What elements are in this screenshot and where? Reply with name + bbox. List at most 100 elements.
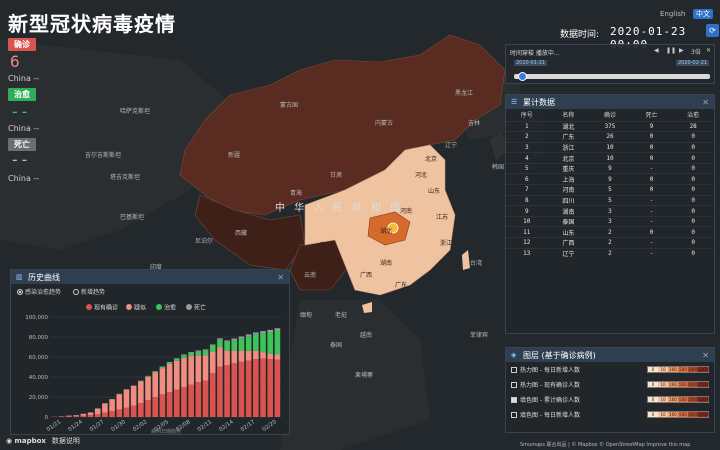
bar-segment: [274, 330, 281, 355]
prev-icon[interactable]: ◀: [654, 47, 659, 54]
cumulative-panel: ☰ 累计数据 ✕ 序号 名称 确诊 死亡 治愈 1 湖北 375 9 28 2 广东 26 0 0 3 浙江 1…: [505, 94, 715, 334]
table-row[interactable]: 13 辽宁 2-0: [506, 247, 714, 259]
layer-checkbox[interactable]: [511, 366, 517, 373]
attribution[interactable]: Smumaps 联合出品 | © Mapbox © OpenStreetMap …: [520, 441, 690, 448]
table-row[interactable]: 4 北京 10 0 0: [506, 152, 714, 164]
bar-segment: [231, 363, 238, 417]
layer-item[interactable]: 热力图 - 每日新增人数 0 10 100 500 1000 10000: [506, 362, 714, 377]
place-label: 巴基斯坦: [120, 214, 145, 221]
x-tick-label: 02/14: [218, 419, 235, 433]
refresh-button[interactable]: ⟳: [706, 24, 719, 37]
place-label: 江苏: [436, 214, 449, 221]
close-icon[interactable]: ✕: [702, 98, 709, 107]
table-cell: 0: [630, 184, 673, 196]
layer-item[interactable]: 热力图 - 现有确诊人数 0 10 100 500 1000 10000: [506, 377, 714, 392]
mapbox-logo[interactable]: ◉ mapbox: [6, 437, 46, 445]
bar-segment: [238, 350, 245, 362]
table-cell: 5: [589, 184, 631, 196]
legend-dot: [86, 304, 92, 310]
place-label: 菲律宾: [470, 332, 489, 339]
bar-segment: [209, 373, 216, 417]
bar-segment: [166, 392, 173, 417]
pause-icon[interactable]: ❚❚: [666, 47, 676, 54]
close-icon[interactable]: ✕: [706, 47, 711, 54]
bar-segment: [123, 407, 130, 417]
lang-english-button[interactable]: English: [660, 10, 685, 18]
table-row[interactable]: 5 重庆 9-0: [506, 162, 714, 174]
lang-chinese-button[interactable]: 中文: [693, 9, 713, 19]
x-tick-label: 01/30: [110, 419, 127, 433]
bar-segment: [267, 332, 274, 354]
radio-icon: [73, 289, 80, 295]
layer-item[interactable]: 填色图 - 每日新增人数 0 10 100 500 1000 10000: [506, 407, 714, 422]
layers-icon: ◈: [511, 351, 517, 359]
layer-checkbox[interactable]: [511, 396, 517, 403]
history-title: 历史曲线: [28, 272, 60, 282]
bar-segment: [181, 387, 187, 417]
table-row[interactable]: 2 广东 26 0 0: [506, 131, 714, 143]
legend-swatch: 100: [668, 397, 678, 402]
layer-checkbox[interactable]: [511, 411, 517, 418]
legend-label: 死亡: [194, 304, 206, 312]
place-label: 吉林: [468, 120, 481, 127]
table-cell: 7: [506, 184, 548, 196]
mode-label: 新增趋势: [81, 289, 106, 296]
place-label: 四川: [320, 242, 333, 249]
table-cell: 0: [672, 194, 714, 206]
table-row[interactable]: 1 湖北 375 9 28: [506, 120, 714, 132]
table-cell: 泰国: [547, 215, 590, 227]
table-row[interactable]: 12 广西 2-0: [506, 237, 714, 249]
layer-checkbox[interactable]: [511, 381, 517, 388]
table-row[interactable]: 3 浙江 10 0 0: [506, 141, 714, 153]
close-icon[interactable]: ✕: [277, 273, 284, 282]
timeline-handle[interactable]: [517, 72, 527, 81]
bar-segment: [274, 359, 281, 417]
legend-dot: [156, 304, 162, 310]
cumulative-title: 累计数据: [523, 97, 555, 107]
layers-title: 图层 (基于确诊病例): [523, 350, 596, 360]
history-mode-group: 感染治愈趋势 新增趋势: [11, 284, 289, 299]
x-tick-label: 01/24: [67, 419, 84, 433]
next-icon[interactable]: ▶: [679, 47, 684, 54]
bar-segment: [224, 350, 230, 365]
table-row[interactable]: 7 河南 5 0 0: [506, 184, 714, 196]
data-help-link[interactable]: 数据说明: [52, 436, 80, 446]
table-row[interactable]: 8 四川 5-0: [506, 194, 714, 206]
table-cell: 11: [506, 226, 548, 238]
dead-value: --: [10, 150, 30, 169]
layer-label: 热力图 - 现有确诊人数: [520, 382, 580, 389]
bar-segment: [152, 371, 159, 373]
bar-segment: [245, 350, 252, 361]
history-chart[interactable]: 现有确诊 疑似 治愈 死亡 0 20,000 40,000 60,000 80,000 100,0…: [11, 299, 289, 435]
table-row[interactable]: 6 上海 9 0 0: [506, 173, 714, 185]
table-cell: 26: [589, 131, 631, 143]
table-cell: 9: [506, 205, 548, 217]
column-header: 名称: [562, 112, 575, 120]
mode-infection-radio[interactable]: 感染治愈趋势: [17, 287, 61, 296]
bar-segment: [130, 386, 137, 406]
legend-label: 治愈: [164, 304, 176, 312]
table-row[interactable]: 10 泰国 3-0: [506, 215, 714, 227]
mode-new-radio[interactable]: 新增趋势: [73, 287, 105, 296]
legend-swatch: 500: [678, 412, 688, 417]
cured-badge: 治愈: [8, 88, 36, 101]
bar-segment: [209, 344, 216, 346]
speed-selector[interactable]: 3倍: [691, 47, 701, 56]
place-label: 浙江: [440, 240, 453, 247]
bar-segment: [217, 366, 223, 417]
bar-segment: [73, 416, 79, 417]
legend-swatch: 0: [648, 397, 658, 402]
bar-segment: [267, 329, 274, 332]
table-row[interactable]: 9 湖南 3-0: [506, 205, 714, 217]
legend-swatch: 10000: [698, 397, 711, 402]
bar-segment: [195, 350, 202, 352]
close-icon[interactable]: ✕: [702, 351, 709, 360]
bar-segment: [102, 403, 108, 413]
bar-segment: [166, 362, 173, 364]
timeline-track[interactable]: [514, 74, 710, 79]
datetime-label: 数据时间:: [560, 30, 600, 40]
layer-item[interactable]: 填色图 - 累计确诊人数 0 10 100 500 1000 10000: [506, 392, 714, 407]
table-row[interactable]: 11 山东 2 0 0: [506, 226, 714, 238]
bar-segment: [109, 411, 115, 417]
place-label: 吉尔吉斯斯坦: [85, 152, 122, 159]
